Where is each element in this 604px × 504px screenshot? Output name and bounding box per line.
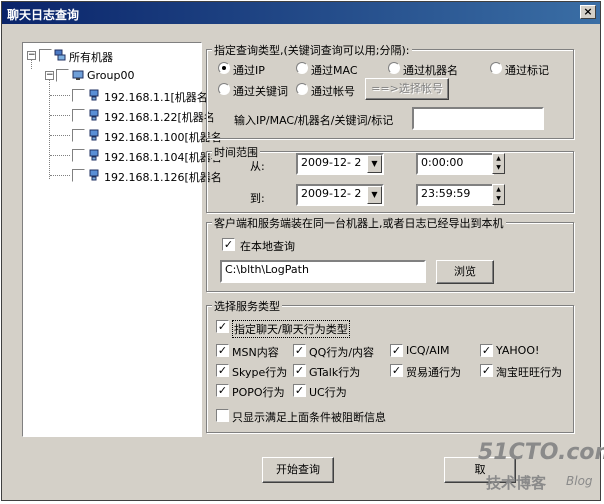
machine-checkbox[interactable] [72,149,85,162]
radio-by-mac[interactable] [296,62,308,74]
service-label-uc[interactable]: UC行为 [309,384,347,400]
service-label-msn[interactable]: MSN内容 [232,344,279,360]
tree-line [50,95,70,96]
tree-line [50,175,70,176]
tree-line [50,155,70,156]
service-label-popo[interactable]: POPO行为 [232,384,285,400]
local-query-title: 客户端和服务端装在同一台机器上,或者日志已经导出到本机 [212,215,506,231]
radio-by-keyword-label[interactable]: 通过关键词 [233,83,288,99]
to-time-field[interactable]: 23:59:59 [416,184,494,206]
service-label-icq[interactable]: ICQ/AIM [406,344,450,357]
service-checkbox-wangwang[interactable]: ✓ [480,364,493,377]
network-icon [54,49,66,61]
radio-by-machine-name-label[interactable]: 通过机器名 [403,62,458,78]
radio-by-account-label[interactable]: 通过帐号 [311,83,355,99]
service-label-trademanager[interactable]: 贸易通行为 [406,364,461,380]
watermark-sub: 技术博客 [486,474,547,492]
blocked-only-label[interactable]: 只显示满足上面条件被阻断信息 [232,409,386,425]
machine-checkbox[interactable] [72,89,85,102]
chat-log-query-dialog: 聊天日志查询 × − 所有机器 − Group00 192.168.1.1[机器… [1,1,601,501]
title-bar[interactable]: 聊天日志查询 × [2,2,600,24]
service-checkbox-skype[interactable]: ✓ [216,364,229,377]
window-title: 聊天日志查询 [7,8,80,22]
log-path-input[interactable]: C:\blth\LogPath [220,260,426,283]
computer-icon [89,169,99,181]
radio-by-keyword[interactable] [218,83,230,95]
to-time-spinner[interactable]: ▲ ▼ [492,184,505,205]
radio-by-tag[interactable] [490,62,502,74]
computer-icon [89,149,99,161]
specify-chat-type-checkbox[interactable]: ✓ [216,320,229,333]
query-type-title: 指定查询类型,(关键词查询可以用;分隔): [212,42,412,58]
tree-line [50,135,70,136]
from-date-value: 2009-12- 2 [301,156,362,169]
to-date-value: 2009-12- 2 [301,187,362,200]
radio-by-ip-label[interactable]: 通过IP [233,62,265,78]
service-checkbox-yahoo[interactable]: ✓ [480,344,493,357]
machine-label[interactable]: 192.168.1.104[机器名 [104,149,222,165]
dropdown-arrow-icon[interactable]: ▼ [367,186,382,204]
browse-button[interactable]: 浏览 [436,260,494,284]
radio-by-ip[interactable] [218,62,230,74]
radio-by-mac-label[interactable]: 通过MAC [311,62,358,78]
tree-line [50,115,70,116]
computer-icon [89,89,99,101]
machine-tree[interactable]: − 所有机器 − Group00 192.168.1.1[机器名 192.168… [22,42,222,437]
service-label-qq[interactable]: QQ行为/内容 [309,344,374,360]
service-checkbox-popo[interactable]: ✓ [216,384,229,397]
watermark: 51CTO.com 技术博客 Blog [478,440,604,502]
to-time-value: 23:59:59 [421,187,471,200]
service-checkbox-gtalk[interactable]: ✓ [293,364,306,377]
service-checkbox-uc[interactable]: ✓ [293,384,306,397]
group-checkbox[interactable] [56,69,69,82]
radio-by-machine-name[interactable] [388,62,400,74]
service-checkbox-icq[interactable]: ✓ [390,344,403,357]
to-date-picker[interactable]: 2009-12- 2 ▼ [296,184,384,206]
tree-root-label[interactable]: 所有机器 [69,49,113,65]
root-checkbox[interactable] [39,49,52,62]
from-time-field[interactable]: 0:00:00 [416,153,494,175]
tree-group-label[interactable]: Group00 [87,69,135,82]
computer-icon [89,109,99,121]
specify-chat-type-label[interactable]: 指定聊天/聊天行为类型 [232,320,350,338]
machine-checkbox[interactable] [72,129,85,142]
machine-checkbox[interactable] [72,109,85,122]
from-date-picker[interactable]: 2009-12- 2 ▼ [296,153,384,175]
local-query-label[interactable]: 在本地查询 [240,238,295,254]
machine-label[interactable]: 192.168.1.100[机器名 [104,129,222,145]
to-label: 到: [250,192,265,205]
service-type-title: 选择服务类型 [212,298,282,314]
expand-root-icon[interactable]: − [27,51,36,60]
start-query-button[interactable]: 开始查询 [262,457,334,483]
local-query-checkbox[interactable]: ✓ [222,238,235,251]
service-label-skype[interactable]: Skype行为 [232,364,287,380]
watermark-blog: Blog [566,474,593,488]
machine-label[interactable]: 192.168.1.22[机器名 [104,109,215,125]
radio-by-account[interactable] [296,83,308,95]
from-label: 从: [250,160,265,173]
group-icon [72,70,84,80]
service-label-wangwang[interactable]: 淘宝旺旺行为 [496,364,562,380]
service-checkbox-qq[interactable]: ✓ [293,344,306,357]
machine-checkbox[interactable] [72,169,85,182]
from-time-spinner[interactable]: ▲ ▼ [492,153,505,174]
watermark-brand: 51CTO.com [478,440,604,465]
blocked-only-checkbox[interactable] [216,409,229,422]
from-time-value: 0:00:00 [421,156,464,169]
query-input-label: 输入IP/MAC/机器名/关键词/标记 [234,114,394,127]
tree-line [49,73,50,179]
radio-by-tag-label[interactable]: 通过标记 [505,62,549,78]
expand-group-icon[interactable]: − [45,71,54,80]
machine-label[interactable]: 192.168.1.1[机器名 [104,89,208,105]
service-label-gtalk[interactable]: GTalk行为 [309,364,360,380]
select-account-button[interactable]: ==>选择帐号 [365,78,449,100]
service-checkbox-msn[interactable]: ✓ [216,344,229,357]
service-checkbox-trademanager[interactable]: ✓ [390,364,403,377]
dropdown-arrow-icon[interactable]: ▼ [367,155,382,173]
close-button[interactable]: × [580,5,596,19]
computer-icon [89,129,99,141]
query-input[interactable] [412,107,544,130]
machine-label[interactable]: 192.168.1.126[机器名 [104,169,222,185]
service-label-yahoo[interactable]: YAHOO! [496,344,539,357]
